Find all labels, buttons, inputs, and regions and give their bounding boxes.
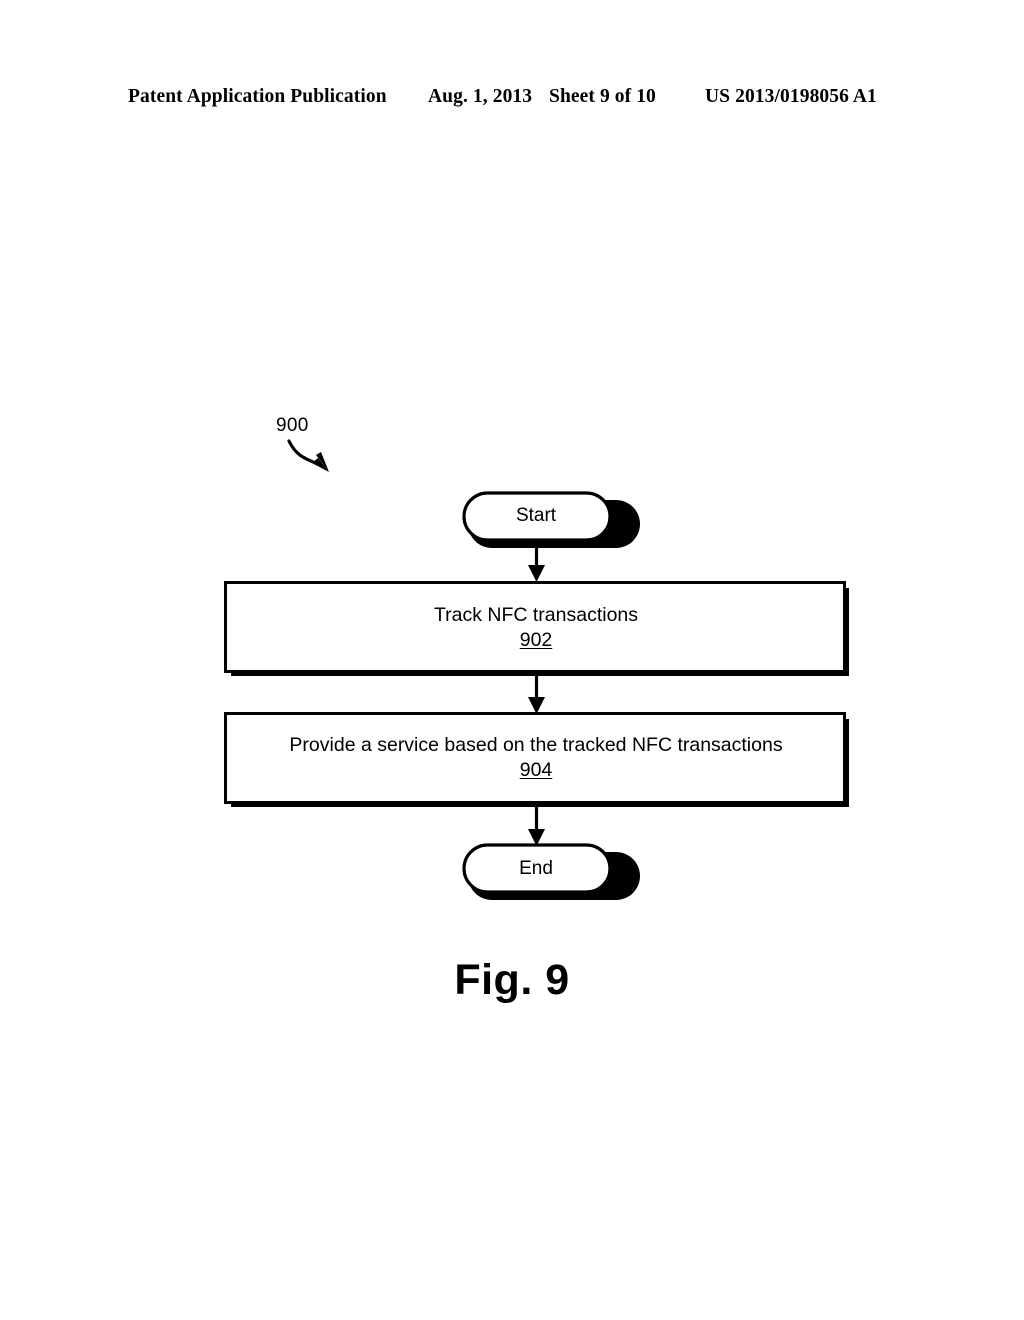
figure-caption: Fig. 9	[454, 956, 570, 1004]
end-node-label: End	[519, 858, 553, 879]
connector-904-to-end	[528, 803, 545, 846]
flowchart-diagram	[224, 439, 849, 900]
start-node-label: Start	[515, 505, 557, 526]
connector-902-to-904	[528, 672, 545, 714]
step-904-label-group: Provide a service based on the tracked N…	[226, 734, 846, 781]
step-902-label: Track NFC transactions	[433, 604, 639, 626]
step-902-number: 902	[519, 628, 553, 651]
step-904-label: Provide a service based on the tracked N…	[289, 734, 783, 756]
patent-figure-9: 900 Start Track NFC transactions 902 Pro…	[0, 0, 1024, 1320]
reference-leader-arrow-icon	[287, 439, 329, 472]
step-904-number: 904	[519, 758, 553, 781]
figure-reference-numeral: 900	[276, 415, 309, 436]
step-902-label-group: Track NFC transactions 902	[226, 604, 846, 651]
